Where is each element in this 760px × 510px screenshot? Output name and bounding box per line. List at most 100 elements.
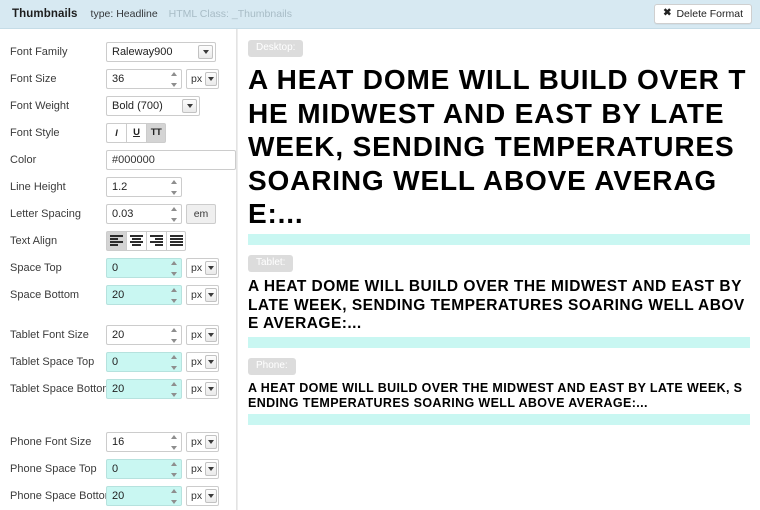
font-size-input[interactable]: 36 [106, 68, 182, 89]
phone-space-top-label: Phone Space Top [10, 462, 97, 475]
font-family-select[interactable]: Raleway900 [106, 41, 216, 62]
stepper-icon[interactable] [170, 206, 178, 222]
format-type-label: type: Headline [90, 8, 158, 20]
tablet-headline-preview: A HEAT DOME WILL BUILD OVER THE MIDWEST … [248, 277, 745, 333]
stepper-icon[interactable] [170, 434, 178, 450]
delete-format-button[interactable]: ✖ Delete Format [654, 4, 752, 24]
tablet-space-bottom-unit-select[interactable]: px [186, 378, 219, 399]
tablet-space-bottom-input[interactable]: 20 [106, 378, 182, 399]
tablet-space-top-label: Tablet Space Top [10, 355, 95, 368]
tablet-space-top-value: 0 [112, 355, 119, 368]
editor-body: Font Family Raleway900 Font Size 36 px F… [0, 29, 760, 510]
font-size-label: Font Size [10, 72, 57, 85]
page-title: Thumbnails [12, 8, 78, 20]
space-bottom-input[interactable]: 20 [106, 284, 182, 305]
font-weight-control: Bold (700) [106, 95, 200, 116]
tablet-space-top-unit-value: px [191, 355, 203, 368]
format-editor-panel: Thumbnails type: Headline HTML Class: _T… [0, 0, 760, 510]
row-line-height: Line Height 1.2 [0, 173, 236, 200]
uppercase-button[interactable]: TT [146, 122, 166, 143]
font-size-unit-select[interactable]: px [186, 68, 219, 89]
phone-space-bottom-unit-value: px [191, 489, 203, 502]
font-size-unit-value: px [191, 72, 203, 85]
tablet-font-size-input[interactable]: 20 [106, 324, 182, 345]
tablet-space-top-input[interactable]: 0 [106, 351, 182, 372]
phone-space-top-control: 0 px [106, 458, 219, 479]
phone-font-size-value: 16 [112, 435, 125, 448]
chevron-down-icon [205, 434, 217, 449]
delete-format-label: Delete Format [676, 8, 743, 20]
times-icon: ✖ [663, 7, 672, 19]
phone-font-size-unit-select[interactable]: px [186, 431, 219, 452]
chevron-down-icon [205, 71, 217, 86]
space-bottom-unit-value: px [191, 288, 203, 301]
preview-tablet: Tablet: A HEAT DOME WILL BUILD OVER THE … [248, 252, 750, 348]
align-right-button[interactable] [146, 230, 166, 251]
space-top-input[interactable]: 0 [106, 257, 182, 278]
color-input[interactable]: #000000 [106, 149, 236, 170]
row-tablet-font-size: Tablet Font Size 20 px [0, 321, 236, 348]
line-height-input[interactable]: 1.2 [106, 176, 182, 197]
space-bottom-unit-select[interactable]: px [186, 284, 219, 305]
tablet-font-size-unit-select[interactable]: px [186, 324, 219, 345]
stepper-icon[interactable] [170, 327, 178, 343]
underline-button[interactable]: U [126, 122, 146, 143]
space-top-value: 0 [112, 261, 119, 274]
desktop-headline-preview: A HEAT DOME WILL BUILD OVER THE MIDWEST … [248, 64, 747, 230]
letter-spacing-unit: em [186, 203, 216, 224]
row-font-size: Font Size 36 px [0, 65, 236, 92]
tablet-badge: Tablet: [248, 254, 294, 272]
font-family-value: Raleway900 [112, 45, 173, 58]
tablet-space-bottom-label: Tablet Space Bottom [10, 382, 112, 395]
align-justify-button[interactable] [166, 230, 186, 251]
phone-space-top-unit-value: px [191, 462, 203, 475]
stepper-icon[interactable] [170, 260, 178, 276]
phone-space-bottom-input[interactable]: 20 [106, 485, 182, 506]
align-left-button[interactable] [106, 230, 126, 251]
stepper-icon[interactable] [170, 179, 178, 195]
row-text-align: Text Align [0, 227, 236, 254]
line-height-label: Line Height [10, 180, 66, 193]
align-center-button[interactable] [126, 230, 146, 251]
preview-phone: Phone: A HEAT DOME WILL BUILD OVER THE M… [248, 355, 750, 425]
row-font-weight: Font Weight Bold (700) [0, 92, 236, 119]
chevron-down-icon [205, 488, 217, 503]
phone-space-bottom-bar [248, 413, 750, 425]
chevron-down-icon [198, 44, 213, 59]
chevron-down-icon [205, 327, 217, 342]
font-weight-label: Font Weight [10, 99, 70, 112]
text-align-button-group [106, 230, 186, 251]
stepper-icon[interactable] [170, 71, 178, 87]
font-size-control: 36 px [106, 68, 219, 89]
space-top-unit-select[interactable]: px [186, 257, 219, 278]
phone-space-top-input[interactable]: 0 [106, 458, 182, 479]
desktop-badge: Desktop: [248, 40, 304, 57]
italic-button[interactable]: I [106, 122, 126, 143]
letter-spacing-input[interactable]: 0.03 [106, 203, 182, 224]
chevron-down-icon [205, 461, 217, 476]
space-bottom-value: 20 [112, 288, 125, 301]
space-bottom-label: Space Bottom [10, 288, 80, 301]
font-family-label: Font Family [10, 45, 68, 58]
phone-font-size-input[interactable]: 16 [106, 431, 182, 452]
tablet-font-size-unit-value: px [191, 328, 203, 341]
tablet-space-bottom-control: 20 px [106, 378, 219, 399]
align-right-icon [150, 235, 163, 246]
row-font-family: Font Family Raleway900 [0, 38, 236, 65]
preview-desktop: Desktop: A HEAT DOME WILL BUILD OVER THE… [248, 37, 750, 245]
tablet-space-top-control: 0 px [106, 351, 219, 372]
stepper-icon[interactable] [170, 354, 178, 370]
row-space-top: Space Top 0 px [0, 254, 236, 281]
phone-space-top-unit-select[interactable]: px [186, 458, 219, 479]
font-weight-select[interactable]: Bold (700) [106, 95, 200, 116]
font-style-label: Font Style [10, 126, 60, 139]
phone-space-bottom-unit-select[interactable]: px [186, 485, 219, 506]
tablet-space-top-unit-select[interactable]: px [186, 351, 219, 372]
space-top-label: Space Top [10, 261, 62, 274]
stepper-icon[interactable] [170, 461, 178, 477]
stepper-icon[interactable] [170, 488, 178, 504]
stepper-icon[interactable] [170, 381, 178, 397]
preview-panel: Desktop: A HEAT DOME WILL BUILD OVER THE… [237, 29, 760, 510]
letter-spacing-control: 0.03 em [106, 203, 216, 224]
stepper-icon[interactable] [170, 287, 178, 303]
